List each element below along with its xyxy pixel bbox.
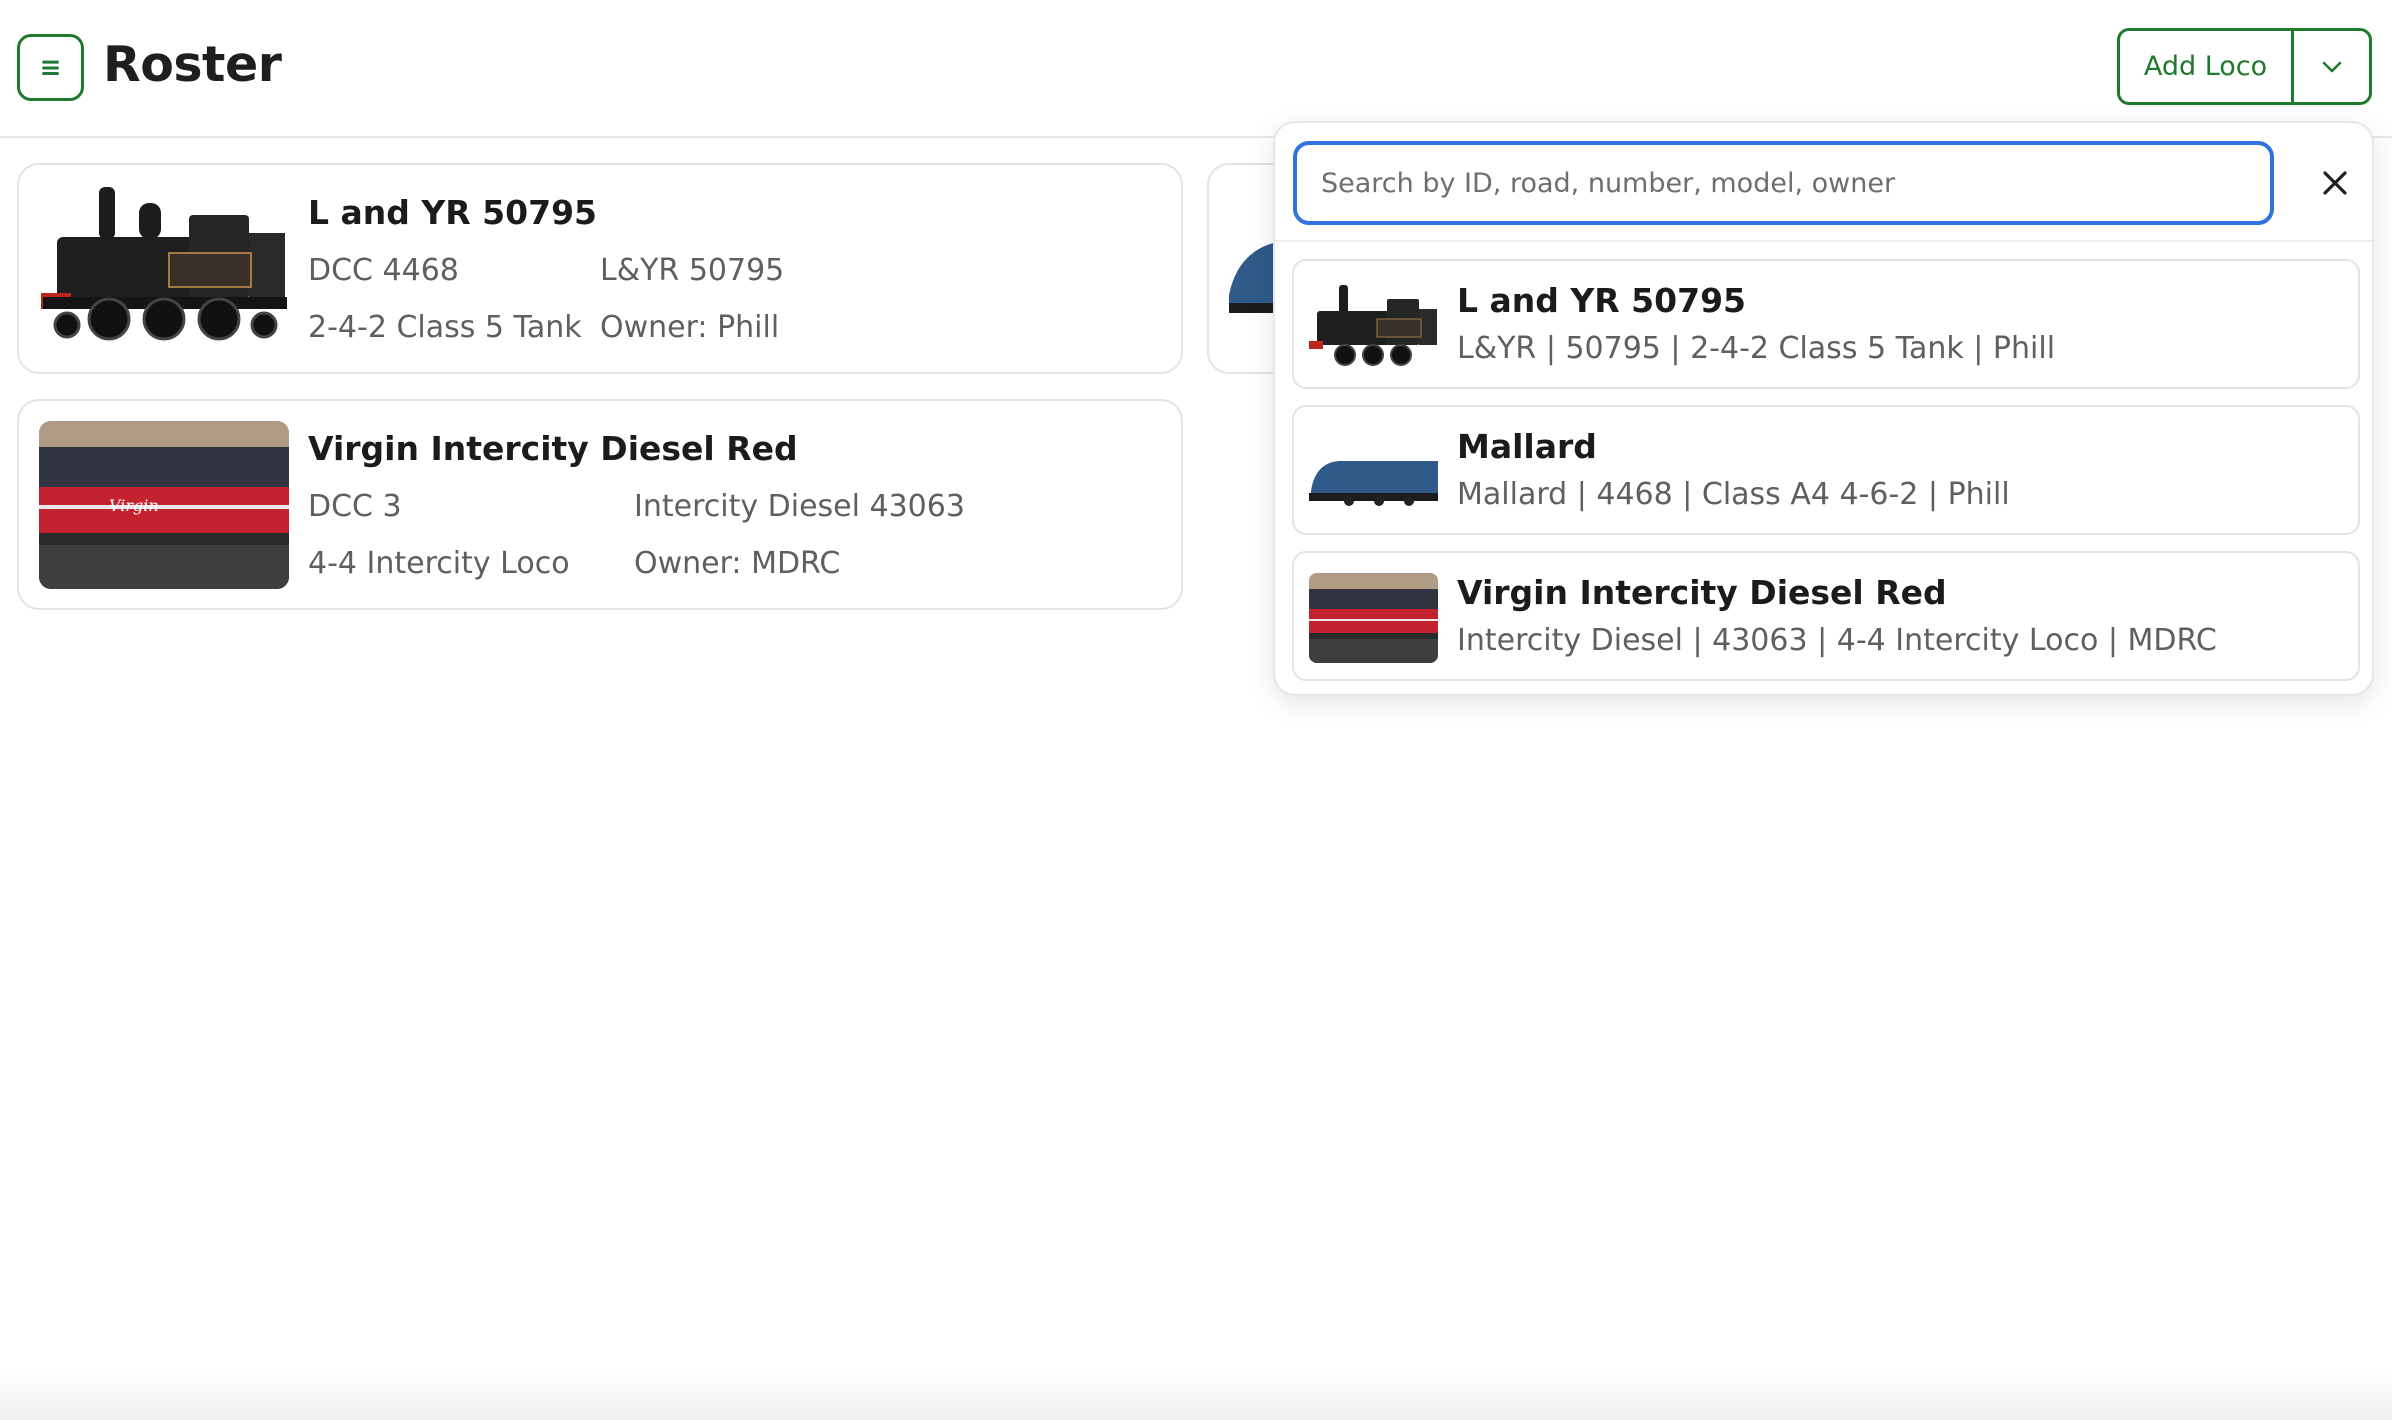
top-bar: ≡ Roster Add Loco (0, 0, 2392, 138)
loco-name: L and YR 50795 (308, 193, 597, 232)
loco-photo: Virgin (39, 421, 289, 589)
search-result-item[interactable]: Virgin Intercity Diesel Red Intercity Di… (1292, 551, 2360, 681)
loco-road-number: L&YR 50795 (600, 253, 785, 288)
add-loco-button-group: Add Loco (2117, 28, 2372, 105)
close-icon (2323, 171, 2347, 195)
search-dropdown: L and YR 50795 L&YR | 50795 | 2-4-2 Clas… (1273, 121, 2374, 696)
loco-owner: Owner: MDRC (634, 546, 841, 581)
hamburger-menu-icon: ≡ (39, 52, 62, 83)
page-title: Roster (103, 36, 282, 93)
result-details: L&YR | 50795 | 2-4-2 Class 5 Tank | Phil… (1457, 331, 2056, 366)
add-loco-button[interactable]: Add Loco (2120, 31, 2294, 102)
search-field[interactable] (1293, 141, 2274, 225)
loco-photo (39, 185, 289, 353)
close-search-button[interactable] (2312, 160, 2358, 206)
loco-road-number: Intercity Diesel 43063 (634, 489, 965, 524)
roster-card[interactable]: Virgin Virgin Intercity Diesel Red DCC 3… (17, 399, 1183, 610)
add-loco-dropdown-toggle[interactable] (2294, 31, 2369, 102)
result-thumbnail (1309, 573, 1438, 663)
result-thumbnail (1309, 427, 1438, 517)
result-thumbnail (1309, 281, 1438, 371)
loco-dcc: DCC 4468 (308, 253, 459, 288)
chevron-down-icon (2322, 61, 2341, 72)
loco-model: 2-4-2 Class 5 Tank (308, 310, 582, 345)
loco-model: 4-4 Intercity Loco (308, 546, 570, 581)
result-details: Intercity Diesel | 43063 | 4-4 Intercity… (1457, 623, 2217, 658)
divider (1275, 240, 2372, 242)
search-input[interactable] (1321, 145, 2241, 221)
menu-button[interactable]: ≡ (17, 34, 84, 101)
result-title: Mallard (1457, 427, 1597, 466)
bottom-edge-shadow (0, 1370, 2392, 1420)
loco-name: Virgin Intercity Diesel Red (308, 429, 798, 468)
roster-card[interactable]: L and YR 50795 DCC 4468 L&YR 50795 2-4-2… (17, 163, 1183, 374)
search-result-item[interactable]: Mallard Mallard | 4468 | Class A4 4-6-2 … (1292, 405, 2360, 535)
search-result-item[interactable]: L and YR 50795 L&YR | 50795 | 2-4-2 Clas… (1292, 259, 2360, 389)
result-title: Virgin Intercity Diesel Red (1457, 573, 1947, 612)
result-title: L and YR 50795 (1457, 281, 1746, 320)
loco-owner: Owner: Phill (600, 310, 780, 345)
svg-text:Virgin: Virgin (109, 496, 159, 515)
result-details: Mallard | 4468 | Class A4 4-6-2 | Phill (1457, 477, 2010, 512)
loco-dcc: DCC 3 (308, 489, 402, 524)
roster-app: ≡ Roster Add Loco L and YR 50795 DCC 446… (0, 0, 2392, 1420)
